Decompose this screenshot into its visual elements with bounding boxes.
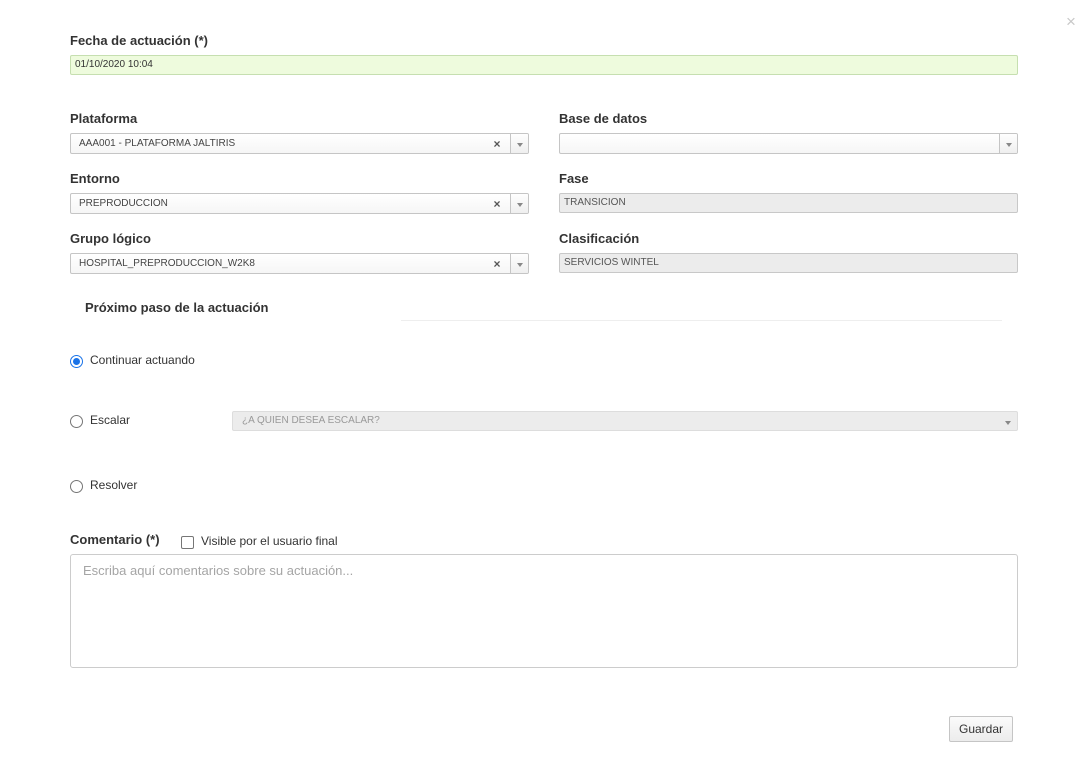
radio-escalar[interactable] — [70, 415, 83, 428]
entorno-select[interactable]: PREPRODUCCION × — [70, 193, 529, 214]
comentario-textarea[interactable] — [70, 554, 1018, 668]
proximo-paso-title: Próximo paso de la actuación — [85, 300, 269, 315]
chevron-down-icon[interactable] — [510, 194, 528, 213]
radio-continuar[interactable] — [70, 355, 83, 368]
escalar-select[interactable]: ¿A QUIEN DESEA ESCALAR? — [232, 411, 1018, 431]
entorno-value: PREPRODUCCION — [79, 198, 168, 209]
visible-checkbox-label[interactable]: Visible por el usuario final — [201, 533, 338, 549]
actuacion-dialog: × Fecha de actuación (*) 01/10/2020 10:0… — [0, 0, 1085, 776]
plataforma-select[interactable]: AAA001 - PLATAFORMA JALTIRIS × — [70, 133, 529, 154]
plataforma-value: AAA001 - PLATAFORMA JALTIRIS — [79, 138, 236, 149]
fecha-label: Fecha de actuación (*) — [70, 33, 208, 48]
clasificacion-field: SERVICIOS WINTEL — [559, 253, 1018, 273]
visible-checkbox[interactable] — [181, 536, 194, 549]
base-datos-select[interactable] — [559, 133, 1018, 154]
section-divider — [401, 320, 1002, 321]
close-icon[interactable]: × — [1063, 13, 1079, 31]
chevron-down-icon[interactable] — [1005, 421, 1011, 425]
entorno-label: Entorno — [70, 171, 120, 186]
save-button[interactable]: Guardar — [949, 716, 1013, 742]
radio-escalar-label[interactable]: Escalar — [90, 412, 130, 428]
fecha-input[interactable]: 01/10/2020 10:04 — [70, 55, 1018, 75]
grupo-logico-value: HOSPITAL_PREPRODUCCION_W2K8 — [79, 258, 255, 269]
clear-icon[interactable]: × — [491, 258, 503, 270]
plataforma-label: Plataforma — [70, 111, 138, 126]
fase-field: TRANSICION — [559, 193, 1018, 213]
grupo-logico-select[interactable]: HOSPITAL_PREPRODUCCION_W2K8 × — [70, 253, 529, 274]
fase-label: Fase — [559, 171, 589, 186]
escalar-placeholder: ¿A QUIEN DESEA ESCALAR? — [242, 415, 380, 426]
chevron-down-icon[interactable] — [510, 254, 528, 273]
comentario-label: Comentario (*) — [70, 532, 160, 547]
chevron-down-icon[interactable] — [510, 134, 528, 153]
radio-resolver[interactable] — [70, 480, 83, 493]
radio-continuar-label[interactable]: Continuar actuando — [90, 352, 195, 368]
base-datos-label: Base de datos — [559, 111, 648, 126]
grupo-logico-label: Grupo lógico — [70, 231, 151, 246]
clear-icon[interactable]: × — [491, 138, 503, 150]
radio-resolver-label[interactable]: Resolver — [90, 477, 137, 493]
clasificacion-label: Clasificación — [559, 231, 640, 246]
clear-icon[interactable]: × — [491, 198, 503, 210]
chevron-down-icon[interactable] — [999, 134, 1017, 153]
